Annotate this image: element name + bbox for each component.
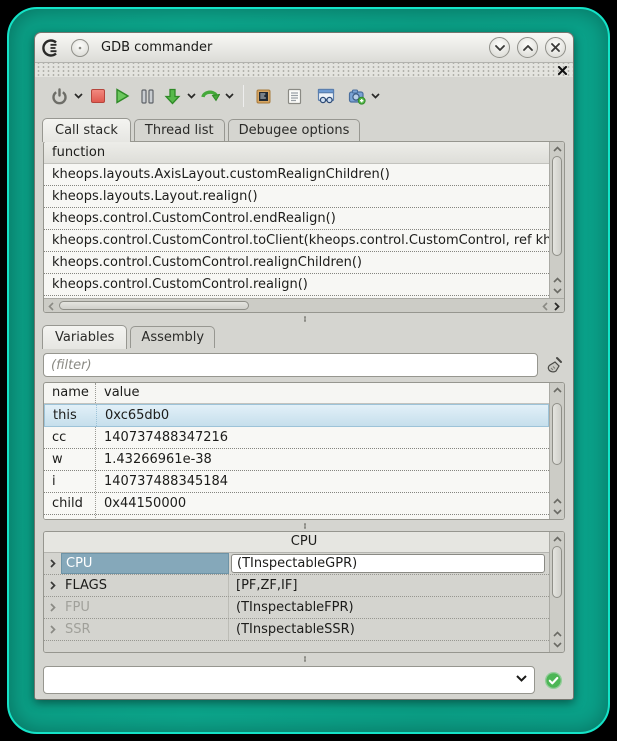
scroll-thumb[interactable] [552,403,562,465]
callstack-row[interactable]: kheops.control.CustomControl.endRealign(… [44,208,549,230]
variables-tabbar: Variables Assembly [35,324,573,348]
dock-handle[interactable] [35,63,573,77]
variable-row[interactable]: this 0xc65db0 [44,404,549,427]
scroll-down-icon[interactable] [551,506,563,518]
tab-thread-list[interactable]: Thread list [134,119,225,141]
callstack-row[interactable]: kheops.layouts.AxisLayout.customRealignC… [44,164,549,186]
teal-window-frame: GDB commander [7,7,610,734]
send-command-ok-icon[interactable] [543,670,563,690]
splitter-handle[interactable] [35,313,573,324]
expand-chevron-icon[interactable] [44,559,61,568]
scroll-left-icon[interactable] [45,300,57,312]
callstack-hscrollbar[interactable] [44,298,564,312]
step-over-button[interactable] [198,83,223,109]
variable-row[interactable]: w 1.43266961e-38 [44,449,549,471]
variables-panel: name value this 0xc65db0 cc 140737488347… [43,382,565,520]
variables-vscrollbar[interactable] [549,383,564,519]
scroll-down-icon[interactable] [551,285,563,297]
run-button[interactable] [110,83,135,109]
callstack-row[interactable]: kheops.control.CustomControl.toClient(kh… [44,230,549,252]
maximize-button[interactable] [517,37,538,58]
variable-row[interactable]: cc 140737488347216 [44,427,549,449]
clear-filter-broom-icon[interactable] [543,356,565,375]
step-over-menu-chevron-icon[interactable] [223,83,236,109]
callstack-row[interactable]: kheops.control.CustomControl.realignChil… [44,252,549,274]
callstack-list: kheops.layouts.AxisLayout.customRealignC… [44,164,549,298]
callstack-row[interactable]: kheops.control.CustomControl.realign() [44,274,549,296]
variables-header[interactable]: name value [44,383,549,404]
scroll-left-icon[interactable] [539,300,551,312]
call-stack-panel: function kheops.layouts.AxisLayout.custo… [43,141,565,313]
scroll-thumb[interactable] [552,546,562,598]
scroll-up-icon[interactable] [551,384,563,396]
expand-chevron-icon[interactable] [44,625,61,634]
tab-assembly[interactable]: Assembly [130,326,215,348]
callstack-tabbar: Call stack Thread list Debugee options [35,115,573,141]
stop-button[interactable] [85,83,110,109]
expand-chevron-icon[interactable] [44,603,61,612]
command-row [43,666,563,694]
variable-row[interactable]: child 0x44150000 [44,493,549,515]
expand-chevron-icon[interactable] [44,581,61,590]
variable-row[interactable]: i 140737488345184 [44,471,549,493]
tab-call-stack[interactable]: Call stack [42,118,131,142]
column-name[interactable]: name [44,383,96,403]
power-button[interactable] [47,83,72,109]
pause-button[interactable] [135,83,160,109]
cpu-panel-title: CPU [44,532,564,553]
variable-row[interactable]: b 1.43266961e-38 [44,515,549,519]
cpu-row[interactable]: CPU (TInspectableGPR) [44,553,549,575]
cpu-inspector-panel: CPU CPU (TInspectableGPR) FLAGS [PF,ZF,I… [43,531,565,653]
scroll-thumb[interactable] [59,301,249,310]
splitter-handle[interactable] [35,520,573,531]
app-logo-icon [42,38,62,58]
scroll-right-icon[interactable] [551,300,563,312]
cpu-register-list: CPU (TInspectableGPR) FLAGS [PF,ZF,IF] F… [44,553,549,652]
cpu-row[interactable]: FPU (TInspectableFPR) [44,597,549,619]
tab-variables[interactable]: Variables [42,325,127,349]
filter-row [43,353,565,377]
variables-list: this 0xc65db0 cc 140737488347216 w 1.432… [44,404,549,519]
dock-close-icon[interactable] [556,64,568,76]
minimize-button[interactable] [489,37,510,58]
watches-view-button[interactable] [313,83,338,109]
cpu-vscrollbar[interactable] [549,532,564,652]
window-title: GDB commander [101,40,212,55]
gdb-command-combobox[interactable] [43,666,535,694]
add-watch-button[interactable] [344,83,369,109]
cpu-row[interactable]: SSR (TInspectableSSR) [44,619,549,641]
tab-debugee-options[interactable]: Debugee options [228,119,361,141]
step-into-menu-chevron-icon[interactable] [185,83,198,109]
titlebar-menu-button[interactable] [71,39,89,57]
scroll-up-icon[interactable] [551,533,563,545]
filter-input[interactable] [43,353,538,377]
splitter-handle[interactable] [35,653,573,662]
add-watch-menu-chevron-icon[interactable] [369,83,382,109]
toolbar-separator [243,85,244,107]
scroll-up-icon[interactable] [551,143,563,155]
debug-toolbar [35,77,573,115]
gdb-command-input[interactable] [48,669,510,691]
cpu-view-button[interactable] [251,83,276,109]
step-into-button[interactable] [160,83,185,109]
column-value[interactable]: value [96,383,549,403]
scroll-down-icon[interactable] [551,639,563,651]
gdb-commander-window: GDB commander [34,32,574,700]
power-menu-chevron-icon[interactable] [72,83,85,109]
cpu-value-editor[interactable]: (TInspectableGPR) [231,554,545,573]
cpu-row[interactable]: FLAGS [PF,ZF,IF] [44,575,549,597]
combo-dropdown-chevron-icon [516,675,527,682]
titlebar[interactable]: GDB commander [35,33,573,63]
output-view-button[interactable] [282,83,307,109]
callstack-row[interactable]: kheops.layouts.Layout.realign() [44,186,549,208]
callstack-column-header[interactable]: function [44,142,549,164]
scroll-thumb[interactable] [552,156,562,256]
close-button[interactable] [545,37,566,58]
callstack-vscrollbar[interactable] [549,142,564,298]
